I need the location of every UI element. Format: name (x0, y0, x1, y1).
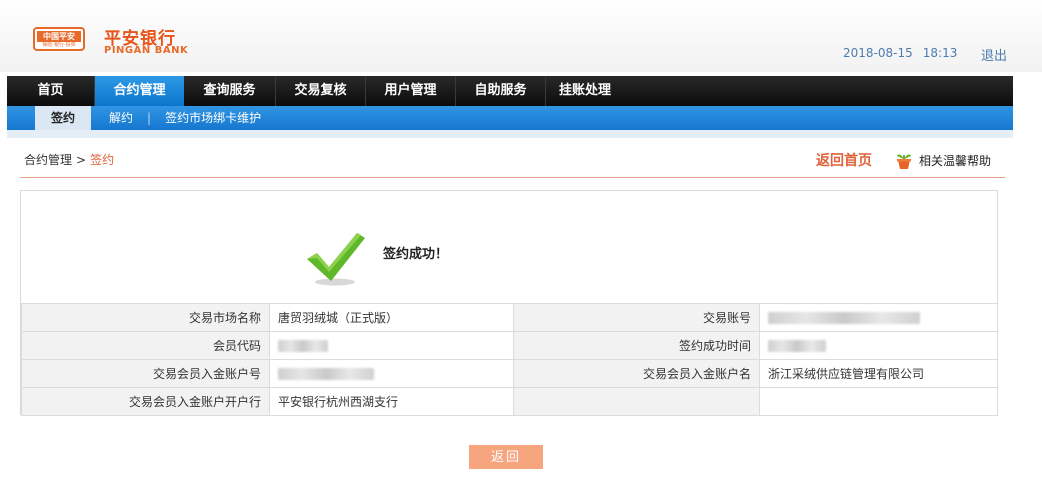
main-nav: 首页 合约管理 查询服务 交易复核 用户管理 自助服务 挂账处理 (7, 76, 1013, 106)
redacted-value (768, 340, 826, 352)
nav-self-service[interactable]: 自助服务 (456, 76, 546, 106)
deposit-bank-value: 平安银行杭州西湖支行 (269, 387, 514, 416)
trading-account-value (759, 303, 998, 332)
table-row: 交易会员入金账户号 交易会员入金账户名 浙江采绒供应链管理有限公司 (21, 359, 998, 388)
sub-nav: 签约 解约 | 签约市场绑卡维护 (7, 106, 1013, 130)
nav-user-management[interactable]: 用户管理 (366, 76, 456, 106)
table-row: 交易市场名称 唐贸羽绒城（正式版） 交易账号 (21, 303, 998, 332)
deposit-bank-label: 交易会员入金账户开户行 (21, 387, 270, 416)
breadcrumb-parent[interactable]: 合约管理 (24, 153, 72, 167)
member-code-label: 会员代码 (21, 331, 270, 360)
back-home-link[interactable]: 返回首页 (816, 150, 872, 170)
sign-time-label: 签约成功时间 (513, 331, 760, 360)
logout-link[interactable]: 退出 (981, 45, 1007, 64)
redacted-value (278, 368, 374, 380)
nav-suspense-processing[interactable]: 挂账处理 (546, 76, 624, 106)
table-row: 交易会员入金账户开户行 平安银行杭州西湖支行 (21, 387, 998, 416)
success-check-icon (307, 233, 365, 286)
deposit-account-name-value: 浙江采绒供应链管理有限公司 (759, 359, 998, 388)
breadcrumb-divider (20, 177, 1005, 178)
logo-badge-top: 中国平安 (37, 31, 81, 42)
bank-name-en: PINGAN BANK (104, 45, 189, 56)
sign-time-value (759, 331, 998, 360)
subnav-terminate[interactable]: 解约 (91, 106, 147, 130)
plant-pot-icon[interactable] (895, 150, 913, 170)
current-time: 18:13 (922, 46, 958, 60)
result-panel: 签约成功！ 交易市场名称 唐贸羽绒城（正式版） 交易账号 会员代码 签约成功时间… (20, 190, 998, 416)
deposit-account-no-value (269, 359, 514, 388)
help-link[interactable]: 相关温馨帮助 (919, 152, 991, 169)
breadcrumb: 合约管理 > 签约 (24, 151, 114, 168)
subnav-bottom-strip (7, 130, 1013, 138)
header: 中国平安 保险·银行·投资 平安银行 PINGAN BANK 2018-08-1… (0, 0, 1042, 72)
nav-query-services[interactable]: 查询服务 (184, 76, 276, 106)
nav-home[interactable]: 首页 (7, 76, 95, 106)
deposit-account-no-label: 交易会员入金账户号 (21, 359, 270, 388)
current-date: 2018-08-15 (843, 46, 913, 60)
redacted-value (278, 340, 328, 352)
nav-transaction-review[interactable]: 交易复核 (276, 76, 366, 106)
pingan-logo-badge: 中国平安 保险·银行·投资 (33, 27, 85, 51)
return-button[interactable]: 返回 (469, 445, 543, 469)
success-message: 签约成功！ (383, 247, 449, 262)
breadcrumb-arrow: > (76, 153, 87, 167)
subnav-sign[interactable]: 签约 (35, 106, 92, 130)
breadcrumb-current: 签约 (90, 153, 115, 167)
redacted-value (768, 312, 920, 324)
market-name-value: 唐贸羽绒城（正式版） (269, 303, 514, 332)
nav-contract-management[interactable]: 合约管理 (95, 76, 184, 106)
empty-value-cell (759, 387, 998, 416)
empty-label-cell (513, 387, 760, 416)
subnav-market-card-binding[interactable]: 签约市场绑卡维护 (151, 106, 275, 130)
member-code-value (269, 331, 514, 360)
contract-info-table: 交易市场名称 唐贸羽绒城（正式版） 交易账号 会员代码 签约成功时间 交易会员入… (21, 303, 998, 416)
table-row: 会员代码 签约成功时间 (21, 331, 998, 360)
logo-badge-bottom: 保险·银行·投资 (42, 42, 76, 48)
deposit-account-name-label: 交易会员入金账户名 (513, 359, 760, 388)
market-name-label: 交易市场名称 (21, 303, 270, 332)
trading-account-label: 交易账号 (513, 303, 760, 332)
datetime: 2018-08-15 18:13 (843, 46, 957, 60)
